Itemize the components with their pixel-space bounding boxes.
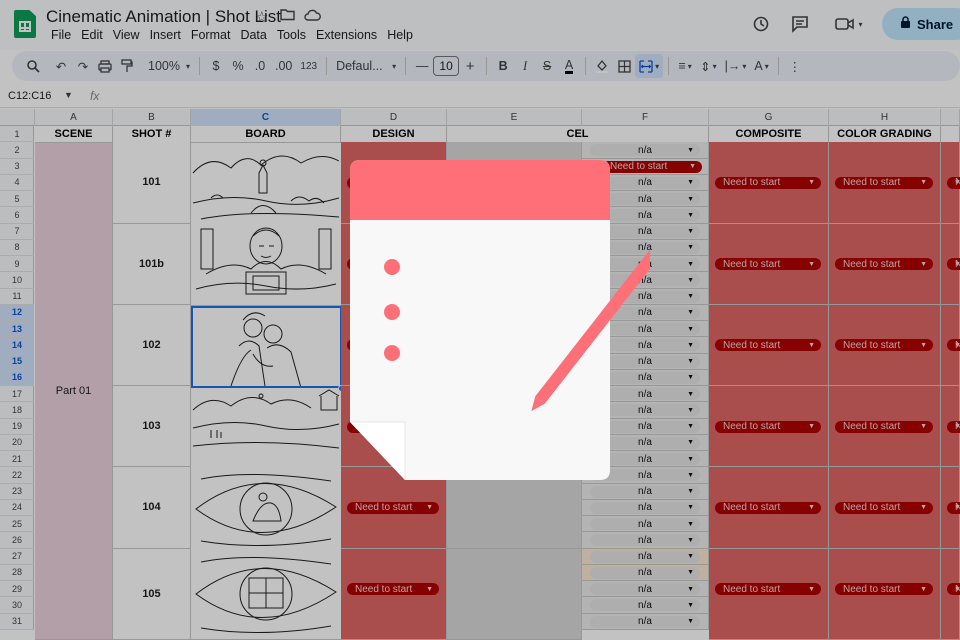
notes-logo-illustration: [350, 160, 661, 480]
spreadsheet-app: Cinematic Animation | Shot List ☆ File E…: [0, 0, 960, 640]
notepad-pencil-icon: [350, 160, 661, 480]
